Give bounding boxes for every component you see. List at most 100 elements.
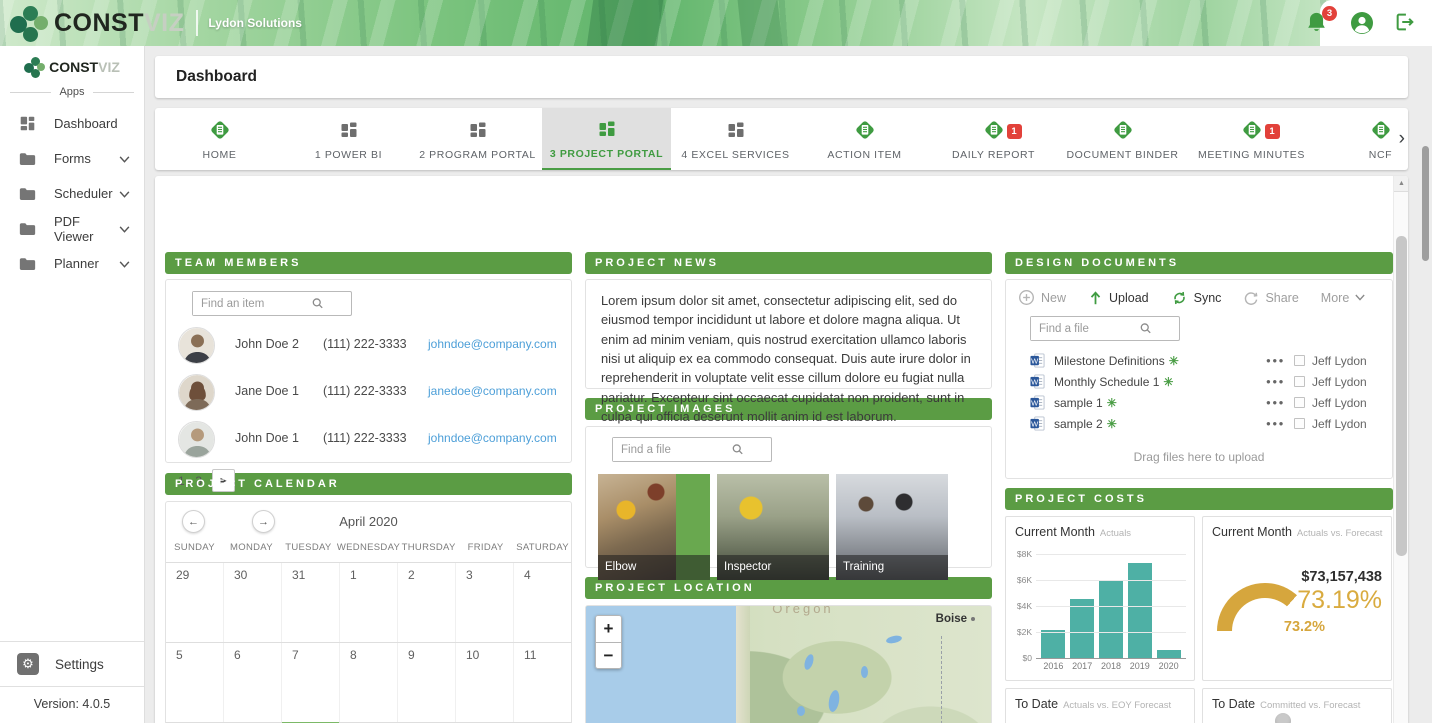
bar-2017 [1070,599,1094,659]
search-icon [310,296,325,316]
tab-excel-services[interactable]: 4 EXCEL SERVICES [671,108,800,170]
document-row[interactable]: W sample 1 ✳ ●●● Jeff Lydon [1016,392,1382,413]
tab-scroll-right-chevron[interactable]: › [1399,129,1405,149]
diamond-doc-icon [853,118,877,142]
images-search[interactable] [612,437,772,462]
document-more-menu[interactable]: ●●● [1266,377,1290,386]
cost-card-current-actuals: Current MonthActuals $0$2K$4K$6K$8K 2016… [1005,516,1195,681]
design-documents-header: DESIGN DOCUMENTS [1005,252,1393,274]
search-input[interactable] [193,292,311,315]
x-axis-tick: 2016 [1039,661,1068,671]
calendar-cell[interactable]: 10 [455,643,513,722]
member-name: John Doe 1 [235,421,323,445]
more-button[interactable]: More [1321,291,1365,305]
team-members-search[interactable] [192,291,352,316]
cost-card-to-date-eoy: To DateActuals vs. EOY Forecast $2,255,5… [1005,688,1195,723]
sidebar-item-planner[interactable]: Planner [0,246,144,281]
image-tile-elbow[interactable]: Elbow [598,474,710,580]
tab-power-bi[interactable]: 1 POWER BI [284,108,413,170]
chevron-down-icon [119,186,130,201]
sidebar-item-scheduler[interactable]: Scheduler [0,176,144,211]
documents-search[interactable] [1030,316,1180,341]
page-scrollbar-thumb[interactable] [1422,146,1429,261]
settings-label: Settings [55,657,104,672]
account-button[interactable] [1350,11,1374,35]
document-row[interactable]: W sample 2 ✳ ●●● Jeff Lydon [1016,413,1382,434]
document-checkbox[interactable] [1294,376,1305,387]
map-zoom-in-button[interactable]: + [595,615,622,642]
calendar-cell[interactable]: 6 [223,643,281,722]
sidebar-item-forms[interactable]: Forms [0,141,144,176]
y-axis-tick: $4K [1017,601,1032,611]
chevron-down-icon [119,221,130,236]
bar-2018 [1099,580,1123,659]
team-members-header: TEAM MEMBERS [165,252,572,274]
calendar-cell[interactable]: 29 [166,563,223,642]
tiles-icon [724,118,748,142]
tab-action-item[interactable]: ACTION ITEM [800,108,929,170]
content-scrollbar[interactable]: ▲ [1393,176,1408,723]
document-checkbox[interactable] [1294,397,1305,408]
calendar-cell[interactable]: 30 [223,563,281,642]
document-more-menu[interactable]: ●●● [1266,398,1290,407]
diamond-doc-icon [1111,118,1135,142]
tab-project-portal-active[interactable]: 3 PROJECT PORTAL [542,108,671,170]
tab-home[interactable]: HOME [155,108,284,170]
image-tile-training[interactable]: Training [836,474,948,580]
calendar-cell[interactable]: 4 [513,563,571,642]
document-checkbox[interactable] [1294,418,1305,429]
share-button[interactable]: Share [1243,290,1298,306]
project-location-map[interactable]: Oregon Boise + − [585,605,992,723]
scrollbar-thumb[interactable] [1396,236,1407,556]
search-input[interactable] [1031,317,1149,340]
tab-daily-report[interactable]: 1 DAILY REPORT [929,108,1058,170]
member-email-link[interactable]: johndoe@company.com [428,421,557,445]
gridline: $2K [1036,632,1186,633]
calendar-cell[interactable]: 11 [513,643,571,722]
member-email-link[interactable]: janedoe@company.com [428,374,557,398]
brand-viz: VIZ [98,59,120,75]
member-email-link[interactable]: johndoe@company.com [428,327,557,351]
logout-button[interactable] [1394,11,1418,35]
map-zoom-out-button[interactable]: − [595,642,622,669]
tab-meeting-minutes[interactable]: 1 MEETING MINUTES [1187,108,1316,170]
diamond-doc-icon [1369,118,1393,142]
project-images-panel: Elbow Inspector Training [585,426,992,568]
new-button[interactable]: New [1018,289,1066,306]
sidebar-item-dashboard[interactable]: Dashboard [0,106,144,141]
tab-ncf[interactable]: NCF [1316,108,1408,170]
notifications-button[interactable]: 3 [1306,11,1330,35]
document-row[interactable]: W Monthly Schedule 1 ✳ ●●● Jeff Lydon [1016,371,1382,392]
calendar-cell[interactable]: 3 [455,563,513,642]
new-item-star-icon: ✳ [1163,375,1173,389]
calendar-cell[interactable]: 1 [339,563,397,642]
dropzone-hint[interactable]: Drag files here to upload [1016,450,1382,464]
folder-icon [17,257,37,271]
document-owner: Jeff Lydon [1312,396,1382,410]
sync-label: Sync [1194,291,1222,305]
gridline: $0 [1036,658,1186,659]
image-tile-inspector[interactable]: Inspector [717,474,829,580]
team-members-panel: John Doe 2 (111) 222-3333 johndoe@compan… [165,279,572,463]
document-row[interactable]: W Milestone Definitions ✳ ●●● Jeff Lydon [1016,350,1382,371]
calendar-cell[interactable]: 31 [281,563,339,642]
tab-program-portal[interactable]: 2 PROGRAM PORTAL [413,108,542,170]
document-more-menu[interactable]: ●●● [1266,419,1290,428]
calendar-cell[interactable]: 9 [397,643,455,722]
design-documents-panel: New Upload Sync Share Mor [1005,279,1393,479]
calendar-cell[interactable]: 5 [166,643,223,722]
document-checkbox[interactable] [1294,355,1305,366]
document-name: sample 2 [1054,417,1103,431]
calendar-cell[interactable]: 8 [339,643,397,722]
calendar-cell[interactable]: 2 [397,563,455,642]
search-input[interactable] [613,438,731,461]
tab-document-binder[interactable]: DOCUMENT BINDER [1058,108,1187,170]
document-more-menu[interactable]: ●●● [1266,356,1290,365]
upload-button[interactable]: Upload [1088,290,1149,306]
settings-button[interactable]: ⚙ Settings [0,642,144,686]
sidebar-item-pdf-viewer[interactable]: PDF Viewer [0,211,144,246]
calendar-cell[interactable]: 7 [281,643,339,722]
scroll-up-arrow[interactable]: ▲ [1394,176,1408,192]
calendar-month-label: April 2020 [166,514,571,529]
sync-button[interactable]: Sync [1171,290,1222,306]
